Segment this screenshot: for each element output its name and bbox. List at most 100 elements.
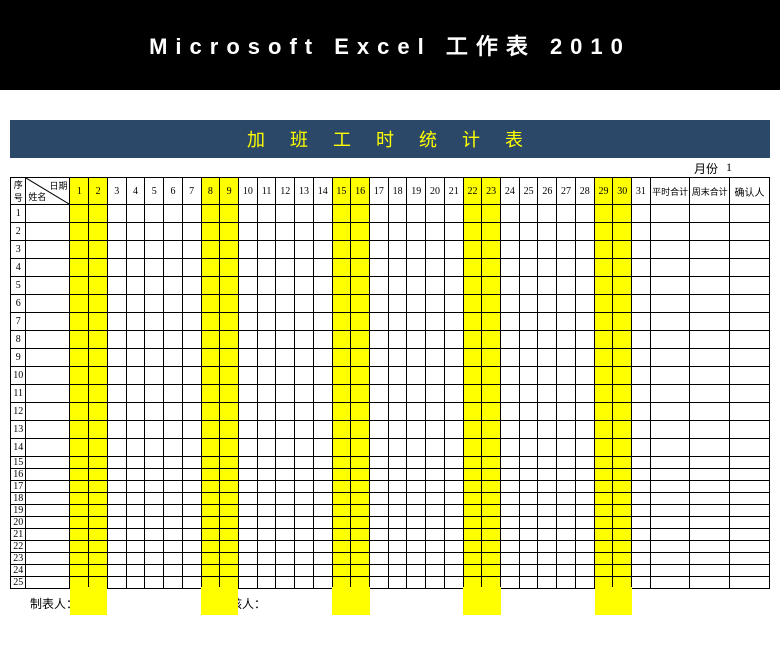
cell-day[interactable] (351, 577, 370, 589)
cell-name[interactable] (26, 553, 70, 565)
cell-day[interactable] (575, 577, 594, 589)
cell-day[interactable] (575, 529, 594, 541)
cell-day[interactable] (295, 577, 314, 589)
cell-day[interactable] (201, 529, 220, 541)
cell-day[interactable] (201, 259, 220, 277)
cell-day[interactable] (557, 277, 576, 295)
cell-day[interactable] (444, 457, 463, 469)
cell-regular-sum[interactable] (650, 331, 690, 349)
cell-day[interactable] (575, 493, 594, 505)
cell-day[interactable] (501, 241, 520, 259)
cell-day[interactable] (594, 517, 613, 529)
cell-day[interactable] (538, 541, 557, 553)
cell-day[interactable] (220, 565, 239, 577)
cell-day[interactable] (276, 349, 295, 367)
cell-day[interactable] (295, 439, 314, 457)
cell-day[interactable] (164, 313, 183, 331)
cell-day[interactable] (557, 313, 576, 331)
cell-day[interactable] (182, 553, 201, 565)
cell-day[interactable] (538, 277, 557, 295)
cell-day[interactable] (613, 421, 632, 439)
cell-day[interactable] (182, 313, 201, 331)
cell-name[interactable] (26, 541, 70, 553)
cell-seq[interactable]: 25 (11, 577, 26, 589)
cell-day[interactable] (164, 505, 183, 517)
cell-day[interactable] (238, 481, 257, 493)
cell-weekend-sum[interactable] (690, 313, 730, 331)
cell-day[interactable] (463, 553, 482, 565)
cell-seq[interactable]: 10 (11, 367, 26, 385)
cell-day[interactable] (164, 565, 183, 577)
cell-weekend-sum[interactable] (690, 385, 730, 403)
cell-day[interactable] (426, 493, 445, 505)
cell-day[interactable] (388, 385, 407, 403)
cell-day[interactable] (613, 541, 632, 553)
cell-name[interactable] (26, 295, 70, 313)
cell-day[interactable] (89, 277, 108, 295)
cell-day[interactable] (501, 541, 520, 553)
cell-day[interactable] (276, 205, 295, 223)
cell-day[interactable] (426, 469, 445, 481)
cell-day[interactable] (369, 277, 388, 295)
cell-day[interactable] (538, 457, 557, 469)
cell-day[interactable] (182, 565, 201, 577)
cell-day[interactable] (164, 517, 183, 529)
cell-day[interactable] (519, 205, 538, 223)
cell-day[interactable] (519, 457, 538, 469)
cell-day[interactable] (257, 529, 276, 541)
cell-day[interactable] (238, 517, 257, 529)
cell-day[interactable] (332, 457, 351, 469)
cell-day[interactable] (501, 313, 520, 331)
cell-name[interactable] (26, 529, 70, 541)
cell-day[interactable] (407, 223, 426, 241)
cell-day[interactable] (89, 493, 108, 505)
cell-day[interactable] (557, 421, 576, 439)
cell-day[interactable] (201, 223, 220, 241)
cell-day[interactable] (182, 493, 201, 505)
cell-day[interactable] (426, 481, 445, 493)
cell-name[interactable] (26, 331, 70, 349)
cell-day[interactable] (594, 553, 613, 565)
cell-regular-sum[interactable] (650, 517, 690, 529)
cell-day[interactable] (220, 439, 239, 457)
cell-day[interactable] (632, 241, 651, 259)
cell-day[interactable] (501, 367, 520, 385)
cell-day[interactable] (426, 541, 445, 553)
cell-day[interactable] (332, 223, 351, 241)
cell-day[interactable] (70, 367, 89, 385)
cell-day[interactable] (632, 403, 651, 421)
cell-day[interactable] (313, 277, 332, 295)
cell-day[interactable] (313, 439, 332, 457)
cell-day[interactable] (295, 493, 314, 505)
cell-name[interactable] (26, 259, 70, 277)
cell-day[interactable] (632, 295, 651, 313)
cell-day[interactable] (276, 385, 295, 403)
cell-day[interactable] (538, 367, 557, 385)
cell-seq[interactable]: 5 (11, 277, 26, 295)
cell-day[interactable] (70, 553, 89, 565)
cell-day[interactable] (388, 457, 407, 469)
cell-confirm[interactable] (730, 481, 770, 493)
cell-day[interactable] (613, 349, 632, 367)
cell-day[interactable] (407, 241, 426, 259)
cell-day[interactable] (594, 529, 613, 541)
cell-day[interactable] (164, 295, 183, 313)
cell-day[interactable] (482, 241, 501, 259)
cell-day[interactable] (201, 553, 220, 565)
cell-day[interactable] (538, 493, 557, 505)
cell-day[interactable] (557, 541, 576, 553)
cell-day[interactable] (313, 403, 332, 421)
cell-day[interactable] (575, 457, 594, 469)
cell-day[interactable] (575, 565, 594, 577)
cell-day[interactable] (351, 241, 370, 259)
cell-day[interactable] (407, 469, 426, 481)
cell-weekend-sum[interactable] (690, 481, 730, 493)
cell-day[interactable] (594, 331, 613, 349)
cell-day[interactable] (613, 385, 632, 403)
cell-day[interactable] (519, 493, 538, 505)
cell-day[interactable] (538, 517, 557, 529)
cell-day[interactable] (369, 529, 388, 541)
cell-day[interactable] (501, 457, 520, 469)
cell-day[interactable] (575, 439, 594, 457)
cell-day[interactable] (538, 349, 557, 367)
